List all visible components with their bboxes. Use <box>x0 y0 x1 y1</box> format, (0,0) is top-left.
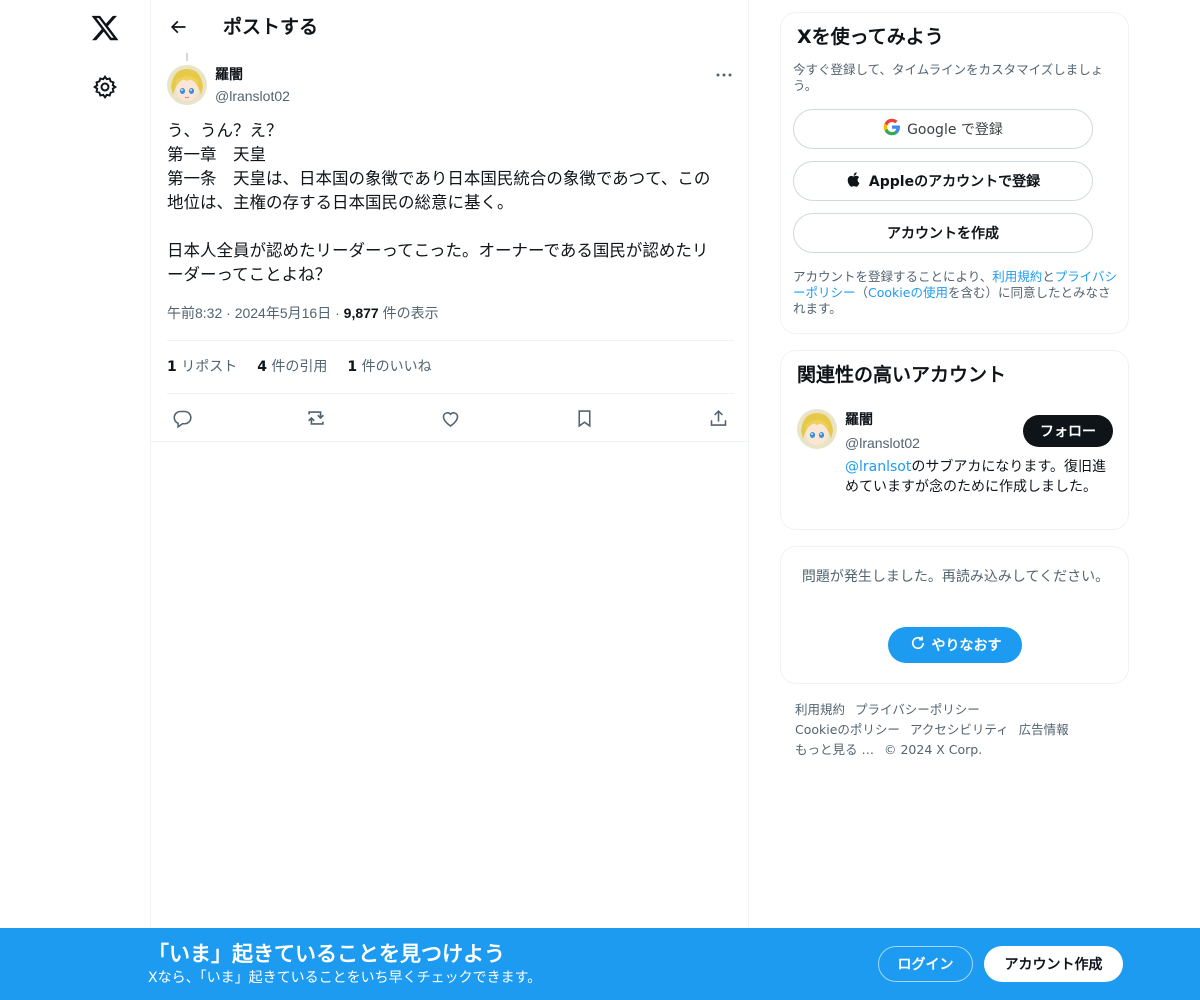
footer-link[interactable]: プライバシーポリシー <box>855 702 980 717</box>
post-metadata: 午前8:32 · 2024年5月16日 · 9,877 件の表示 <box>167 303 439 323</box>
avatar[interactable] <box>167 65 207 105</box>
post-text: う、うん？え？ 第一章 天皇 第一条 天皇は、日本国の象徴であり日本国民統合の象… <box>167 119 737 287</box>
page-title: ポストする <box>223 16 319 38</box>
apple-icon <box>846 171 863 192</box>
login-banner: 「いま」起きていることを見つけよう Xなら、「いま」起きていることをいち早くチェ… <box>0 928 1200 1000</box>
repost-count: 1 <box>167 359 177 375</box>
post-text-line: 第一条 天皇は、日本国の象徴であり日本国民統合の象徴であつて、この <box>167 169 711 188</box>
divider <box>167 340 734 341</box>
left-nav <box>0 0 150 1000</box>
footer-link[interactable]: アクセシビリティ <box>910 722 1009 737</box>
terms-link[interactable]: 利用規約 <box>992 269 1042 284</box>
author-name[interactable]: 羅闇 <box>215 66 243 84</box>
signup-card-title: Xを使ってみよう <box>797 26 944 48</box>
terms-prefix: アカウントを登録することにより、 <box>793 269 993 284</box>
post-text-line <box>167 215 737 239</box>
banner-title: 「いま」起きていることを見つけよう <box>148 942 505 966</box>
google-icon <box>883 118 901 140</box>
bookmark-icon[interactable] <box>571 405 597 431</box>
post-text-line: ーダーってことよね？ <box>167 265 332 284</box>
google-signup-button[interactable]: Google で登録 <box>793 109 1093 149</box>
post-actions <box>151 395 750 441</box>
footer-link[interactable]: Cookieのポリシー <box>795 722 900 737</box>
page-header: ポストする <box>151 0 750 53</box>
post-date[interactable]: 2024年5月16日 <box>235 305 332 321</box>
google-signup-label: Google で登録 <box>907 122 1003 138</box>
follow-button[interactable]: フォロー <box>1023 415 1113 447</box>
avatar[interactable] <box>797 409 837 449</box>
apple-signup-label: Appleのアカウントで登録 <box>868 174 1041 190</box>
view-count: 9,877 <box>343 305 379 321</box>
create-account-button[interactable]: アカウントを作成 <box>793 213 1093 253</box>
post-text-line: 地位は、主権の存する日本国民の総意に基く。 <box>167 193 514 212</box>
engagement-stats: 1 リポスト 4 件の引用 1 件のいいね <box>167 357 432 377</box>
like-count: 1 <box>347 359 358 375</box>
like-icon[interactable] <box>437 405 463 431</box>
related-account-bio: @lranlsotのサブアカになります。復旧進めていますが念のために作成しました… <box>845 457 1115 497</box>
related-account-handle[interactable]: @lranslot02 <box>845 433 920 453</box>
footer-links: 利用規約 プライバシーポリシー Cookieのポリシー アクセシビリティ 広告情報 も… <box>795 700 1125 760</box>
author-handle[interactable]: @lranslot02 <box>215 87 290 105</box>
quote-count: 4 <box>257 359 267 375</box>
thread-connector <box>186 53 188 61</box>
cookie-link[interactable]: Cookieの使用 <box>868 285 948 300</box>
repost-icon[interactable] <box>303 405 329 431</box>
bio-mention-link[interactable]: @lranlsot <box>845 459 911 475</box>
error-card: 問題が発生しました。再読み込みしてください。 やりなおす <box>780 546 1129 684</box>
login-button[interactable]: ログイン <box>878 946 973 982</box>
post-text-line: 日本人全員が認めたリーダーってこった。オーナーである国民が認めたリ <box>167 241 709 260</box>
footer-link[interactable]: もっと見る … <box>795 742 874 757</box>
cookie-open: （ <box>855 285 869 300</box>
post-text-line: う、うん？え？ <box>167 121 283 140</box>
view-count-label: 件の表示 <box>382 305 439 321</box>
back-arrow-icon[interactable] <box>165 14 191 40</box>
divider <box>167 393 734 394</box>
signup-card: Xを使ってみよう 今すぐ登録して、タイムラインをカスタマイズしましょう。 Goo… <box>780 12 1129 334</box>
copyright: © 2024 X Corp. <box>883 742 983 757</box>
share-icon[interactable] <box>705 405 731 431</box>
footer-link[interactable]: 広告情報 <box>1019 722 1069 737</box>
signup-button[interactable]: アカウント作成 <box>984 946 1123 982</box>
main-column: ポストする 羅闇 @lranslot02 う、うん？え？ 第一章 天皇 第一条 … <box>150 0 750 1000</box>
like-stat-label: 件のいいね <box>361 359 432 375</box>
post-text-line: 第一章 天皇 <box>167 145 266 164</box>
divider <box>151 441 750 442</box>
retry-label: やりなおす <box>931 638 1002 654</box>
signup-card-subtitle: 今すぐ登録して、タイムラインをカスタマイズしましょう。 <box>793 62 1104 93</box>
related-accounts-card: 関連性の高いアカウント 羅闇 @lranslot02 フォロー @lranlso… <box>780 350 1129 530</box>
quote-stat-label: 件の引用 <box>271 359 328 375</box>
refresh-icon <box>909 634 927 656</box>
terms-and: と <box>1042 269 1055 284</box>
terms-text: アカウントを登録することにより、利用規約とプライバシーポリシー（Cookieの使… <box>793 269 1121 317</box>
gear-icon[interactable] <box>92 74 118 100</box>
create-account-label: アカウントを作成 <box>887 226 999 242</box>
error-message: 問題が発生しました。再読み込みしてください。 <box>801 569 1110 585</box>
quote-stat[interactable]: 4 件の引用 <box>257 357 327 377</box>
like-stat[interactable]: 1 件のいいね <box>347 357 431 377</box>
banner-subtitle: Xなら、「いま」起きていることをいち早くチェックできます。 <box>148 970 542 986</box>
more-icon[interactable] <box>711 66 737 84</box>
related-card-title: 関連性の高いアカウント <box>797 364 1007 386</box>
reply-icon[interactable] <box>169 405 195 431</box>
footer-link[interactable]: 利用規約 <box>795 702 845 717</box>
x-logo-icon[interactable] <box>90 13 120 43</box>
post-time[interactable]: 午前8:32 <box>167 305 222 321</box>
repost-stat[interactable]: 1 リポスト <box>167 357 237 377</box>
related-account-name[interactable]: 羅闇 <box>845 411 873 429</box>
repost-stat-label: リポスト <box>181 359 238 375</box>
apple-signup-button[interactable]: Appleのアカウントで登録 <box>793 161 1093 201</box>
separator-dot: · <box>335 305 344 321</box>
separator-dot: · <box>226 305 235 321</box>
retry-button[interactable]: やりなおす <box>888 627 1022 663</box>
